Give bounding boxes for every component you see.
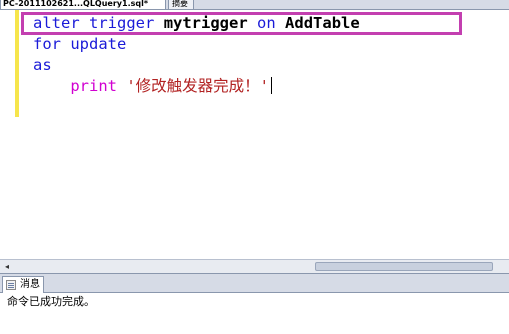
keyword-update: update: [70, 35, 127, 53]
horizontal-scrollbar[interactable]: ◂: [0, 259, 509, 273]
function-print: print: [70, 77, 117, 95]
result-message: 命令已成功完成。: [7, 295, 95, 308]
ssms-window: PC-2011102621...QLQuery1.sql* 摘要 alter t…: [0, 0, 509, 334]
messages-pane: 命令已成功完成。: [0, 293, 509, 334]
text-cursor: [271, 77, 273, 94]
messages-tab-label: 消息: [20, 279, 40, 290]
document-tab-strip: PC-2011102621...QLQuery1.sql* 摘要: [0, 0, 509, 10]
results-tab-strip: 消息: [0, 273, 509, 293]
keyword-as: as: [33, 56, 52, 74]
change-margin-indicator: [15, 10, 19, 117]
tab-summary[interactable]: 摘要: [168, 0, 194, 10]
code-line-3: as: [33, 55, 52, 75]
keyword-for: for: [33, 35, 61, 53]
tab-messages[interactable]: 消息: [2, 276, 44, 293]
messages-icon: [6, 280, 16, 290]
code-line-2: for update: [33, 34, 126, 54]
scrollbar-thumb[interactable]: [315, 262, 493, 271]
string-literal: '修改触发器完成！': [126, 77, 270, 95]
annotation-highlight-box: [21, 12, 462, 35]
query-editor[interactable]: alter trigger mytrigger on AddTable for …: [0, 10, 509, 260]
tab-sqlquery1[interactable]: PC-2011102621...QLQuery1.sql*: [0, 0, 166, 10]
code-line-4: print '修改触发器完成！': [33, 76, 273, 96]
scroll-left-icon[interactable]: ◂: [1, 261, 13, 272]
